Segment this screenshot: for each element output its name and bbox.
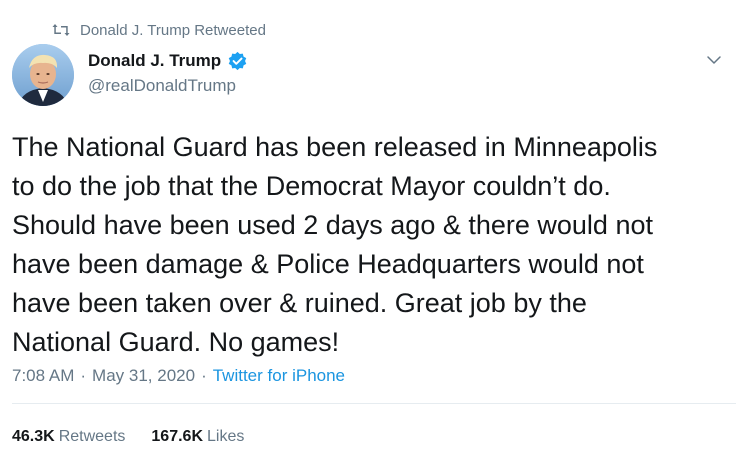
author-handle[interactable]: @realDonaldTrump xyxy=(88,76,248,96)
likes-stat[interactable]: 167.6K Likes xyxy=(151,428,244,446)
tweet-meta: 7:08 AM · May 31, 2020 · Twitter for iPh… xyxy=(12,366,345,386)
avatar[interactable] xyxy=(12,44,74,106)
meta-separator: · xyxy=(80,366,87,385)
tweet-time[interactable]: 7:08 AM xyxy=(12,366,74,386)
tweet-text: The National Guard has been released in … xyxy=(12,132,658,357)
tweet-source-link[interactable]: Twitter for iPhone xyxy=(213,366,345,386)
author-display-name[interactable]: Donald J. Trump xyxy=(88,51,221,71)
author[interactable]: Donald J. Trump @realDonaldTrump xyxy=(88,50,248,96)
tweet-card: Donald J. Trump Retweeted Donald J. Trum… xyxy=(0,0,742,468)
retweets-count: 46.3K xyxy=(12,428,55,445)
divider xyxy=(12,403,736,404)
tweet-stats: 46.3K Retweets 167.6K Likes xyxy=(12,428,244,446)
likes-count: 167.6K xyxy=(151,428,203,445)
meta-separator: · xyxy=(201,366,207,385)
retweet-icon xyxy=(52,23,70,37)
tweet-date[interactable]: May 31, 2020 xyxy=(92,366,195,386)
retweet-context-text: Donald J. Trump Retweeted xyxy=(80,21,266,39)
likes-label: Likes xyxy=(207,428,245,445)
retweets-stat[interactable]: 46.3K Retweets xyxy=(12,428,125,446)
chevron-down-icon[interactable] xyxy=(706,52,722,68)
verified-badge-icon xyxy=(227,51,248,72)
retweets-label: Retweets xyxy=(58,428,126,445)
author-name-row: Donald J. Trump xyxy=(88,50,248,72)
retweet-context[interactable]: Donald J. Trump Retweeted xyxy=(52,20,266,40)
